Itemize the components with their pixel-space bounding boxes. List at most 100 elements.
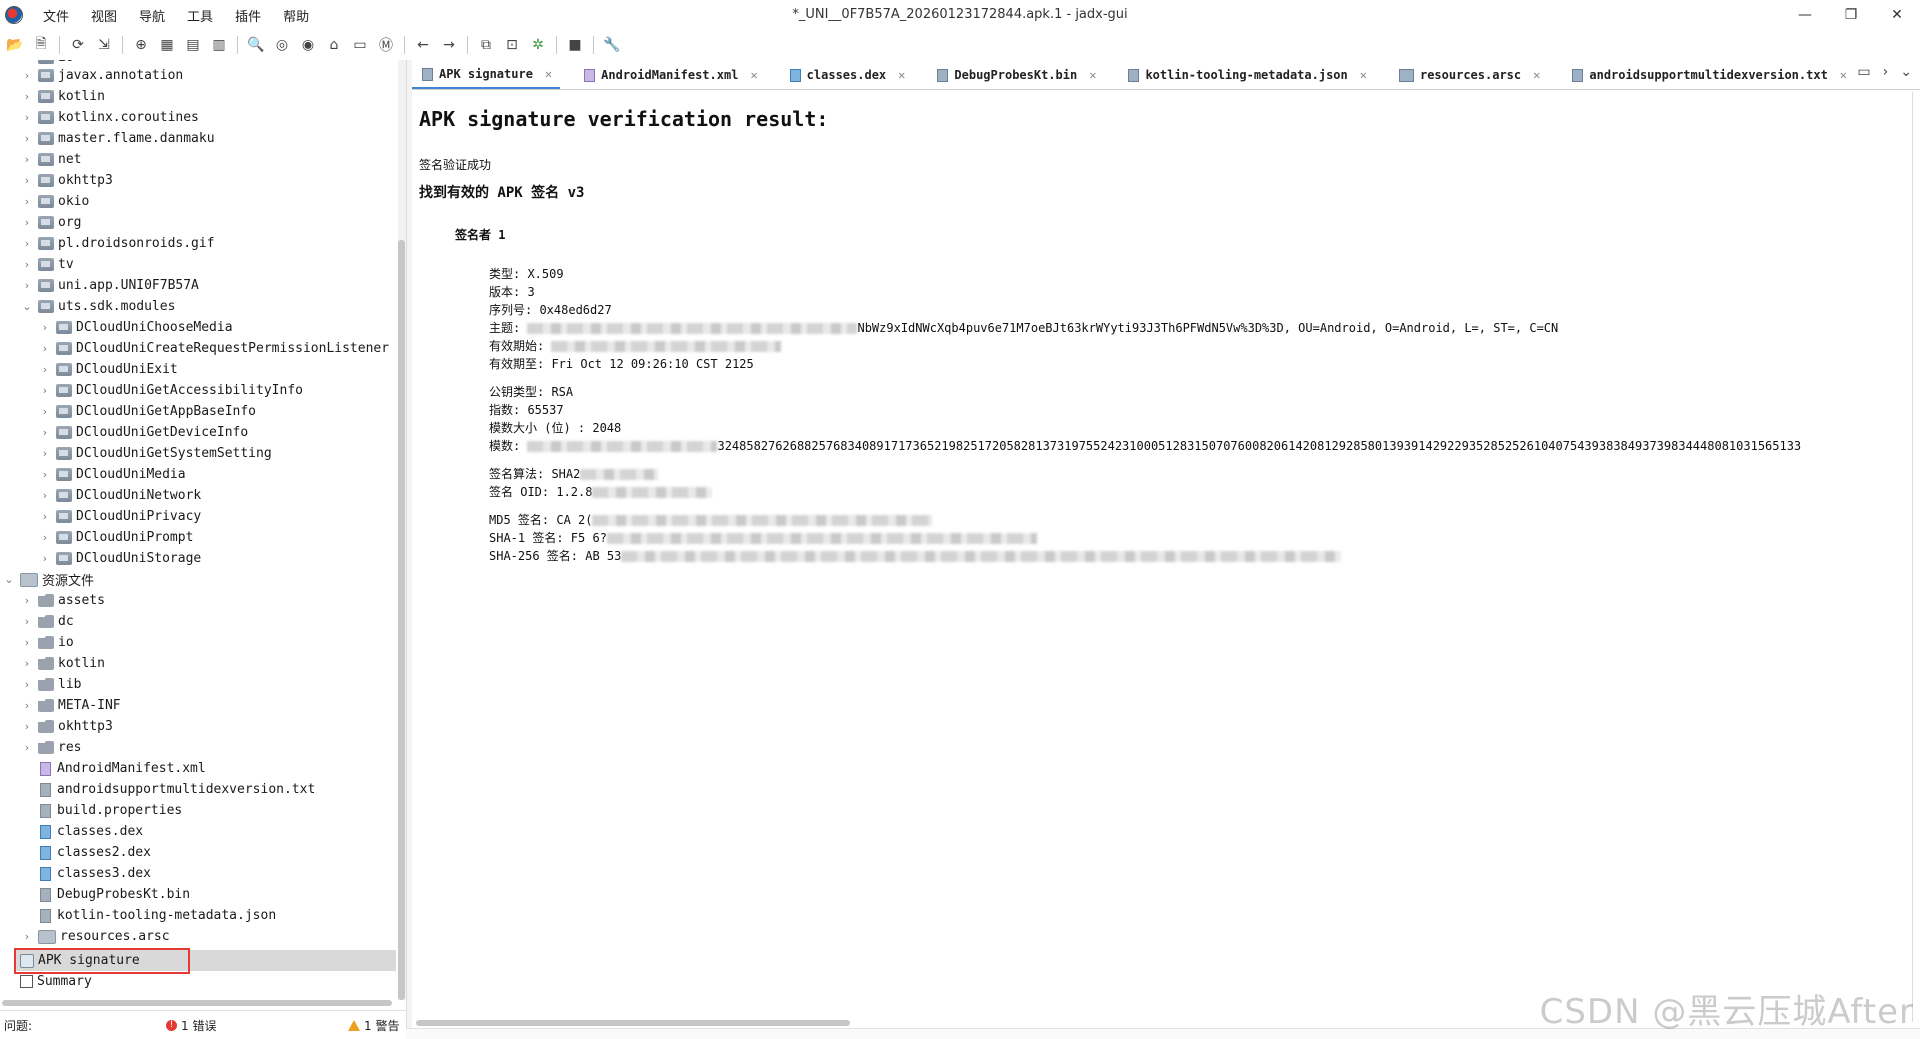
tree-package[interactable]: › okhttp3 (20, 170, 113, 191)
tree-package[interactable]: › DCloudUniExit (38, 359, 178, 380)
menu-navigation[interactable]: 导航 (129, 6, 177, 25)
chevron-right-icon[interactable]: › (20, 216, 34, 229)
chevron-right-icon[interactable]: › (38, 468, 52, 481)
chevron-right-icon[interactable]: › (38, 384, 52, 397)
chevron-right-icon[interactable]: › (38, 510, 52, 523)
console-icon[interactable]: ■ (564, 34, 586, 56)
tree-package[interactable]: › net (20, 149, 82, 170)
chevron-down-icon[interactable]: ⌄ (2, 573, 16, 586)
tree-package[interactable]: › uni.app.UNI0F7B57A (20, 275, 199, 296)
home-icon[interactable]: ⌂ (323, 34, 345, 56)
tree-package[interactable]: › kotlinx.coroutines (20, 107, 199, 128)
add-files-icon[interactable]: 🗎 (30, 34, 52, 56)
tab-overflow-icon[interactable]: ▭ (1857, 64, 1870, 80)
tree-folder[interactable]: › res (20, 737, 82, 758)
tree-folder[interactable]: › io (20, 632, 74, 653)
content-horizontal-scrollbar[interactable] (416, 1020, 850, 1026)
chevron-right-icon[interactable]: › (20, 678, 34, 691)
tree-file[interactable]: DebugProbesKt.bin (34, 884, 190, 905)
search-icon[interactable]: 🔍 (245, 34, 267, 56)
close-icon[interactable]: ✕ (1840, 68, 1847, 82)
tree-file[interactable]: › resources.arsc (20, 926, 170, 947)
chevron-down-icon[interactable]: ⌄ (20, 300, 34, 313)
close-icon[interactable]: ✕ (1360, 68, 1367, 82)
chevron-right-icon[interactable]: › (20, 636, 34, 649)
log-icon[interactable]: ▭ (349, 34, 371, 56)
close-icon[interactable]: ✕ (1089, 68, 1096, 82)
tree-file[interactable]: androidsupportmultidexversion.txt (34, 779, 315, 800)
tab-multidex-txt[interactable]: androidsupportmultidexversion.txt ✕ (1562, 61, 1855, 89)
chevron-right-icon[interactable]: › (20, 594, 34, 607)
menu-tools[interactable]: 工具 (177, 6, 225, 25)
tab-apk-signature[interactable]: APK signature ✕ (412, 61, 561, 89)
reload-icon[interactable]: ⟳ (67, 34, 89, 56)
tree-package[interactable]: › okio (20, 191, 90, 212)
tree-package[interactable]: › tv (20, 254, 74, 275)
tree-file[interactable]: classes3.dex (34, 863, 151, 884)
decompile-icon[interactable]: ▤ (182, 34, 204, 56)
flatten-icon[interactable]: ⊡ (501, 34, 523, 56)
chevron-right-icon[interactable]: › (38, 342, 52, 355)
tree-summary[interactable]: Summary (16, 971, 92, 992)
chevron-right-icon[interactable]: › (38, 489, 52, 502)
chevron-right-icon[interactable]: › (1883, 64, 1889, 80)
quark-icon[interactable]: Ⓜ (375, 34, 397, 56)
tree-package[interactable]: › DCloudUniPrivacy (38, 506, 201, 527)
chevron-right-icon[interactable]: › (20, 741, 34, 754)
chevron-right-icon[interactable]: › (20, 279, 34, 292)
chevron-right-icon[interactable]: › (38, 447, 52, 460)
chevron-right-icon[interactable]: › (20, 720, 34, 733)
chevron-right-icon[interactable]: › (20, 258, 34, 271)
chevron-right-icon[interactable]: › (38, 426, 52, 439)
tree-package[interactable]: › DCloudUniMedia (38, 464, 186, 485)
tree-package[interactable]: › DCloudUniGetSystemSetting (38, 443, 272, 464)
chevron-right-icon[interactable]: › (20, 69, 34, 82)
tree-package[interactable]: › DCloudUniChooseMedia (38, 317, 233, 338)
deobfuscation-icon[interactable]: ⧉ (475, 34, 497, 56)
tab-androidmanifest[interactable]: AndroidManifest.xml ✕ (574, 61, 766, 89)
chevron-right-icon[interactable]: › (20, 930, 34, 943)
chevron-right-icon[interactable]: › (38, 405, 52, 418)
tab-resources-arsc[interactable]: resources.arsc ✕ (1389, 61, 1548, 89)
chevron-right-icon[interactable]: › (20, 615, 34, 628)
menu-plugins[interactable]: 插件 (225, 6, 273, 25)
menu-file[interactable]: 文件 (33, 6, 81, 25)
tree-package-expanded[interactable]: ⌄ uts.sdk.modules (20, 296, 175, 317)
back-icon[interactable]: ← (412, 34, 434, 56)
tree-folder[interactable]: › dc (20, 611, 74, 632)
chevron-right-icon[interactable]: › (20, 699, 34, 712)
tree-folder[interactable]: › kotlin (20, 653, 105, 674)
goto-icon[interactable]: ◉ (297, 34, 319, 56)
tree-package[interactable]: › DCloudUniNetwork (38, 485, 201, 506)
chevron-right-icon[interactable]: › (20, 60, 34, 64)
chevron-right-icon[interactable]: › (20, 237, 34, 250)
tree-package[interactable]: › DCloudUniGetAppBaseInfo (38, 401, 256, 422)
find-usage-icon[interactable]: ◎ (271, 34, 293, 56)
close-window-button[interactable]: ✕ (1874, 0, 1920, 30)
tree-scrollbar-thumb[interactable] (398, 240, 405, 1000)
tree-package[interactable]: › DCloudUniGetDeviceInfo (38, 422, 248, 443)
chevron-right-icon[interactable]: › (20, 132, 34, 145)
chevron-right-icon[interactable]: › (20, 111, 34, 124)
export-icon[interactable]: ⇲ (93, 34, 115, 56)
minimize-button[interactable]: — (1782, 0, 1828, 30)
chevron-right-icon[interactable]: › (38, 552, 52, 565)
chevron-right-icon[interactable]: › (20, 195, 34, 208)
chevron-down-icon[interactable]: ⌄ (1900, 64, 1912, 80)
find-class-icon[interactable]: ▦ (156, 34, 178, 56)
close-icon[interactable]: ✕ (1533, 68, 1540, 82)
project-tree[interactable]: ›io ›javax.annotation ›kotlin ›kotlinx.c… (0, 60, 399, 1000)
tree-package[interactable]: › org (20, 212, 82, 233)
tab-kotlin-metadata[interactable]: kotlin-tooling-metadata.json ✕ (1118, 61, 1375, 89)
tree-package[interactable]: › kotlin (20, 86, 105, 107)
tree-package[interactable]: › DCloudUniStorage (38, 548, 201, 569)
settings-icon[interactable]: 🔧 (601, 34, 623, 56)
tree-folder[interactable]: › okhttp3 (20, 716, 113, 737)
tree-package[interactable]: › DCloudUniCreateRequestPermissionListene… (38, 338, 389, 359)
chevron-right-icon[interactable]: › (38, 321, 52, 334)
chevron-right-icon[interactable]: › (38, 363, 52, 376)
maximize-button[interactable]: ❐ (1828, 0, 1874, 30)
tree-package[interactable]: › pl.droidsonroids.gif (20, 233, 215, 254)
tree-package[interactable]: › master.flame.danmaku (20, 128, 215, 149)
tree-resources-root[interactable]: ⌄ 资源文件 (2, 569, 94, 590)
